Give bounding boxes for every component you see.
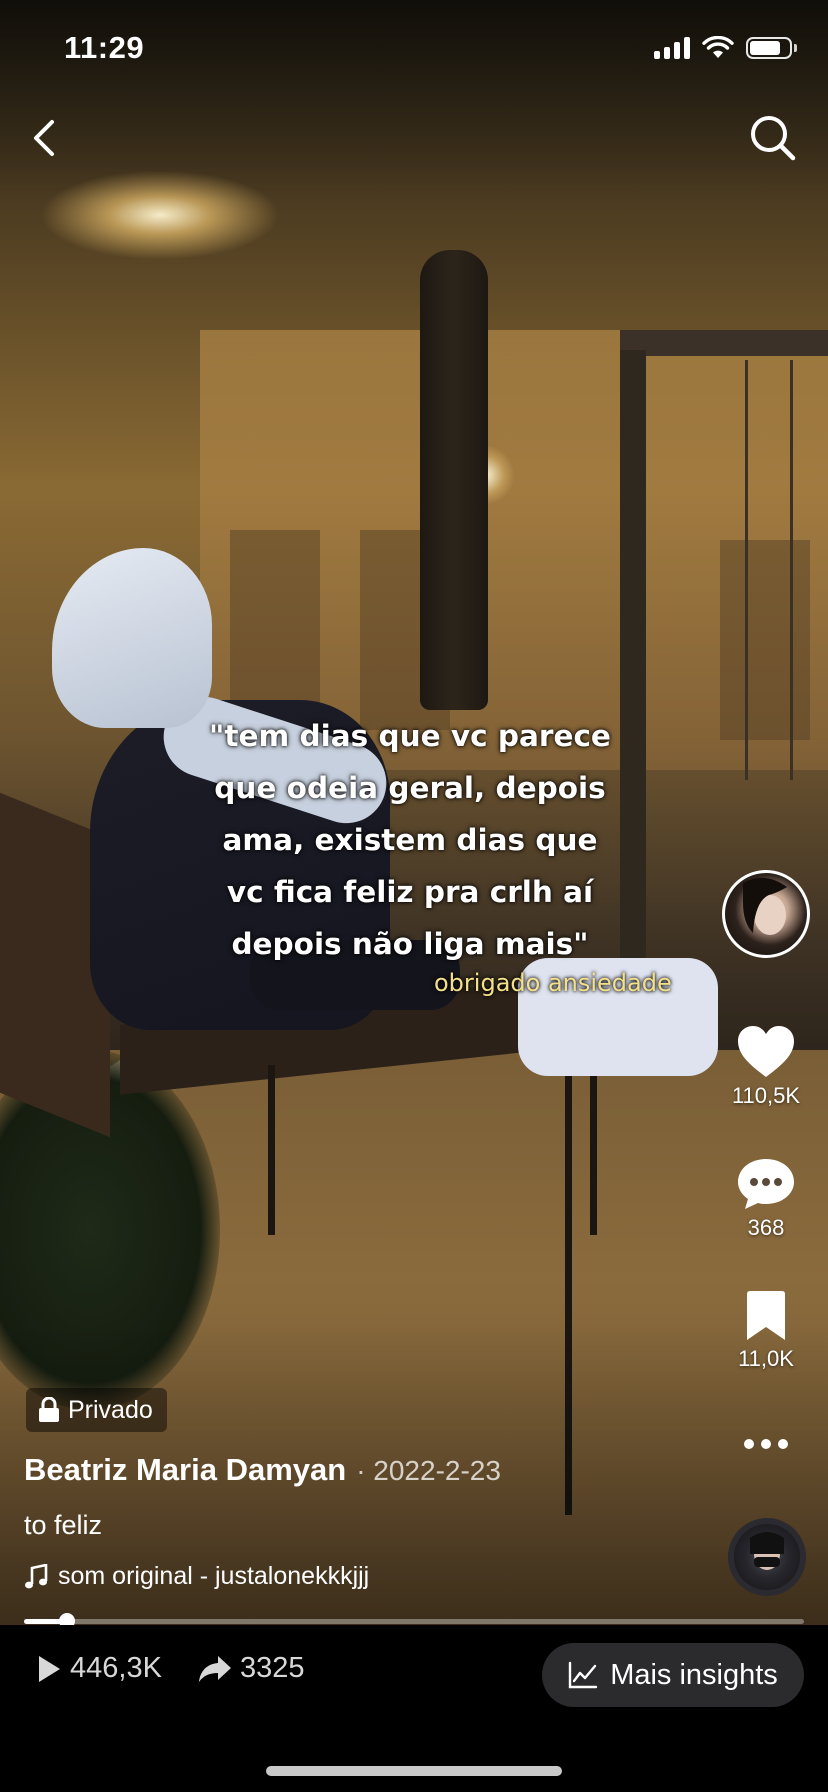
sound-title: som original - justalonekkkjjj xyxy=(58,1562,370,1590)
scene-bench-leg xyxy=(590,1075,597,1235)
back-button[interactable] xyxy=(22,116,66,160)
more-horizontal-icon xyxy=(744,1439,788,1449)
save-count: 11,0K xyxy=(738,1346,794,1371)
post-description: to feliz xyxy=(24,1510,103,1540)
video-screen: 11:29 "tem dias que vc parece que odeia … xyxy=(0,0,828,1792)
more-insights-button[interactable]: Mais insights xyxy=(542,1643,804,1707)
play-count-stat: 446,3K xyxy=(36,1652,162,1685)
caption-line: vc fica feliz pra crlh aí xyxy=(226,875,594,909)
play-icon xyxy=(39,1655,60,1682)
play-count: 446,3K xyxy=(70,1652,162,1684)
comment-count: 368 xyxy=(747,1215,785,1240)
more-options-button[interactable] xyxy=(716,1432,816,1456)
creator-avatar[interactable] xyxy=(722,870,810,958)
privacy-badge: Privado xyxy=(26,1388,167,1432)
like-button[interactable]: 110,5K xyxy=(716,1025,816,1109)
author-line: Beatriz Maria Damyan · 2022-2-23 xyxy=(24,1452,501,1488)
save-button[interactable]: 11,0K xyxy=(716,1290,816,1372)
share-count: 3325 xyxy=(240,1652,305,1684)
battery-icon xyxy=(746,37,797,59)
comment-icon xyxy=(738,1159,794,1209)
bookmark-icon xyxy=(747,1291,785,1340)
scene-pergola xyxy=(620,330,828,356)
music-note-icon xyxy=(25,1563,48,1588)
comment-button[interactable]: 368 xyxy=(716,1157,816,1241)
like-count: 110,5K xyxy=(731,1083,801,1108)
home-indicator[interactable] xyxy=(266,1766,562,1776)
lock-icon xyxy=(39,1397,59,1422)
caption-line: "tem dias que vc parece xyxy=(209,719,611,753)
line-chart-icon xyxy=(568,1661,598,1689)
privacy-label: Privado xyxy=(68,1395,153,1424)
sound-link[interactable]: som original - justalonekkkjjj xyxy=(24,1562,369,1591)
wifi-icon xyxy=(702,36,734,58)
status-icons xyxy=(654,36,797,60)
caption-line: ama, existem dias que xyxy=(222,823,598,857)
more-insights-label: Mais insights xyxy=(610,1658,778,1691)
cellular-signal-icon xyxy=(654,37,690,59)
video-caption: "tem dias que vc parece que odeia geral,… xyxy=(182,710,638,970)
caption-line: depois não liga mais" xyxy=(231,927,589,961)
caption-subtext: obrigado ansiedade xyxy=(434,969,672,997)
share-arrow-icon xyxy=(199,1655,231,1682)
author-name[interactable]: Beatriz Maria Damyan xyxy=(24,1452,346,1488)
video-progress-bar[interactable] xyxy=(24,1613,804,1629)
status-time: 11:29 xyxy=(64,30,145,65)
search-button[interactable] xyxy=(748,113,798,163)
share-count-stat: 3325 xyxy=(198,1652,305,1685)
scene-bench-leg xyxy=(268,1065,275,1235)
sound-cover-image xyxy=(750,1532,784,1570)
avatar-image xyxy=(743,877,787,935)
caption-line: que odeia geral, depois xyxy=(214,771,606,805)
scene-swing-rope xyxy=(745,360,748,780)
post-date: · 2022-2-23 xyxy=(356,1455,501,1486)
sound-disc-button[interactable] xyxy=(728,1518,806,1596)
chevron-left-icon xyxy=(34,120,54,156)
scene-swing-rope xyxy=(790,360,793,780)
search-icon xyxy=(751,116,796,161)
scene-tree xyxy=(420,250,488,710)
heart-icon xyxy=(738,1026,794,1077)
scene-person-hood xyxy=(52,548,212,728)
